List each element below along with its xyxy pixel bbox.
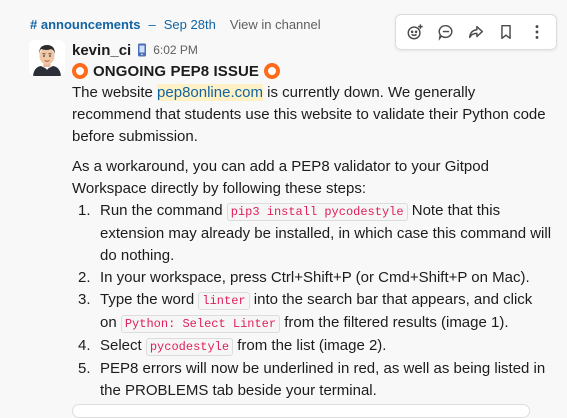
red-circle-emoji-icon	[72, 63, 88, 79]
inline-code: linter	[198, 292, 250, 310]
list-item: 5. PEP8 errors will now be underlined in …	[78, 360, 546, 399]
paragraph-1: The website pep8online.com is currently …	[72, 84, 546, 145]
paragraph-2: As a workaround, you can add a PEP8 vali…	[72, 158, 489, 197]
list-item: 2. In your workspace, press Ctrl+Shift+P …	[78, 269, 530, 286]
inline-code: Python: Select Linter	[120, 315, 281, 333]
image-attachment[interactable]	[72, 404, 530, 418]
message-body: The website pep8online.com is currently …	[72, 82, 552, 402]
inline-code: pycodestyle	[145, 338, 234, 356]
timestamp[interactable]: 6:02 PM	[153, 43, 198, 57]
bookmark-icon	[501, 24, 512, 40]
pep8online-link[interactable]: pep8online.com	[157, 84, 263, 101]
message-context-bar: # announcements – Sep 28th View in chann…	[30, 17, 321, 33]
avatar[interactable]	[29, 40, 65, 76]
date-link[interactable]: Sep 28th	[164, 17, 216, 33]
add-reaction-icon	[407, 24, 423, 40]
message-title: ONGOING PEP8 ISSUE	[72, 60, 552, 82]
username[interactable]: kevin_ci	[72, 42, 131, 59]
more-icon	[535, 25, 539, 39]
message-header: kevin_ci 6:02 PM	[72, 40, 552, 60]
list-item: 1. Run the command pip3 install pycodesty…	[78, 202, 552, 264]
title-text: ONGOING PEP8 ISSUE	[93, 62, 260, 80]
steps-list: 1. Run the command pip3 install pycodesty…	[72, 200, 552, 402]
red-circle-emoji-icon	[264, 63, 281, 79]
inline-code: pip3 install pycodestyle	[226, 203, 408, 221]
list-item: 4. Select pycodestyle from the list (imag…	[78, 337, 387, 356]
view-in-channel-link[interactable]: View in channel	[230, 17, 321, 33]
channel-link[interactable]: # announcements	[30, 17, 141, 33]
context-separator: –	[148, 17, 156, 32]
list-item: 3. Type the word linter into the search b…	[78, 291, 533, 333]
message: kevin_ci 6:02 PM ONGOING PEP8 ISSUE The …	[72, 40, 552, 402]
forward-icon	[468, 25, 483, 39]
reply-in-thread-icon	[438, 24, 453, 41]
bot-badge-icon	[138, 43, 147, 57]
